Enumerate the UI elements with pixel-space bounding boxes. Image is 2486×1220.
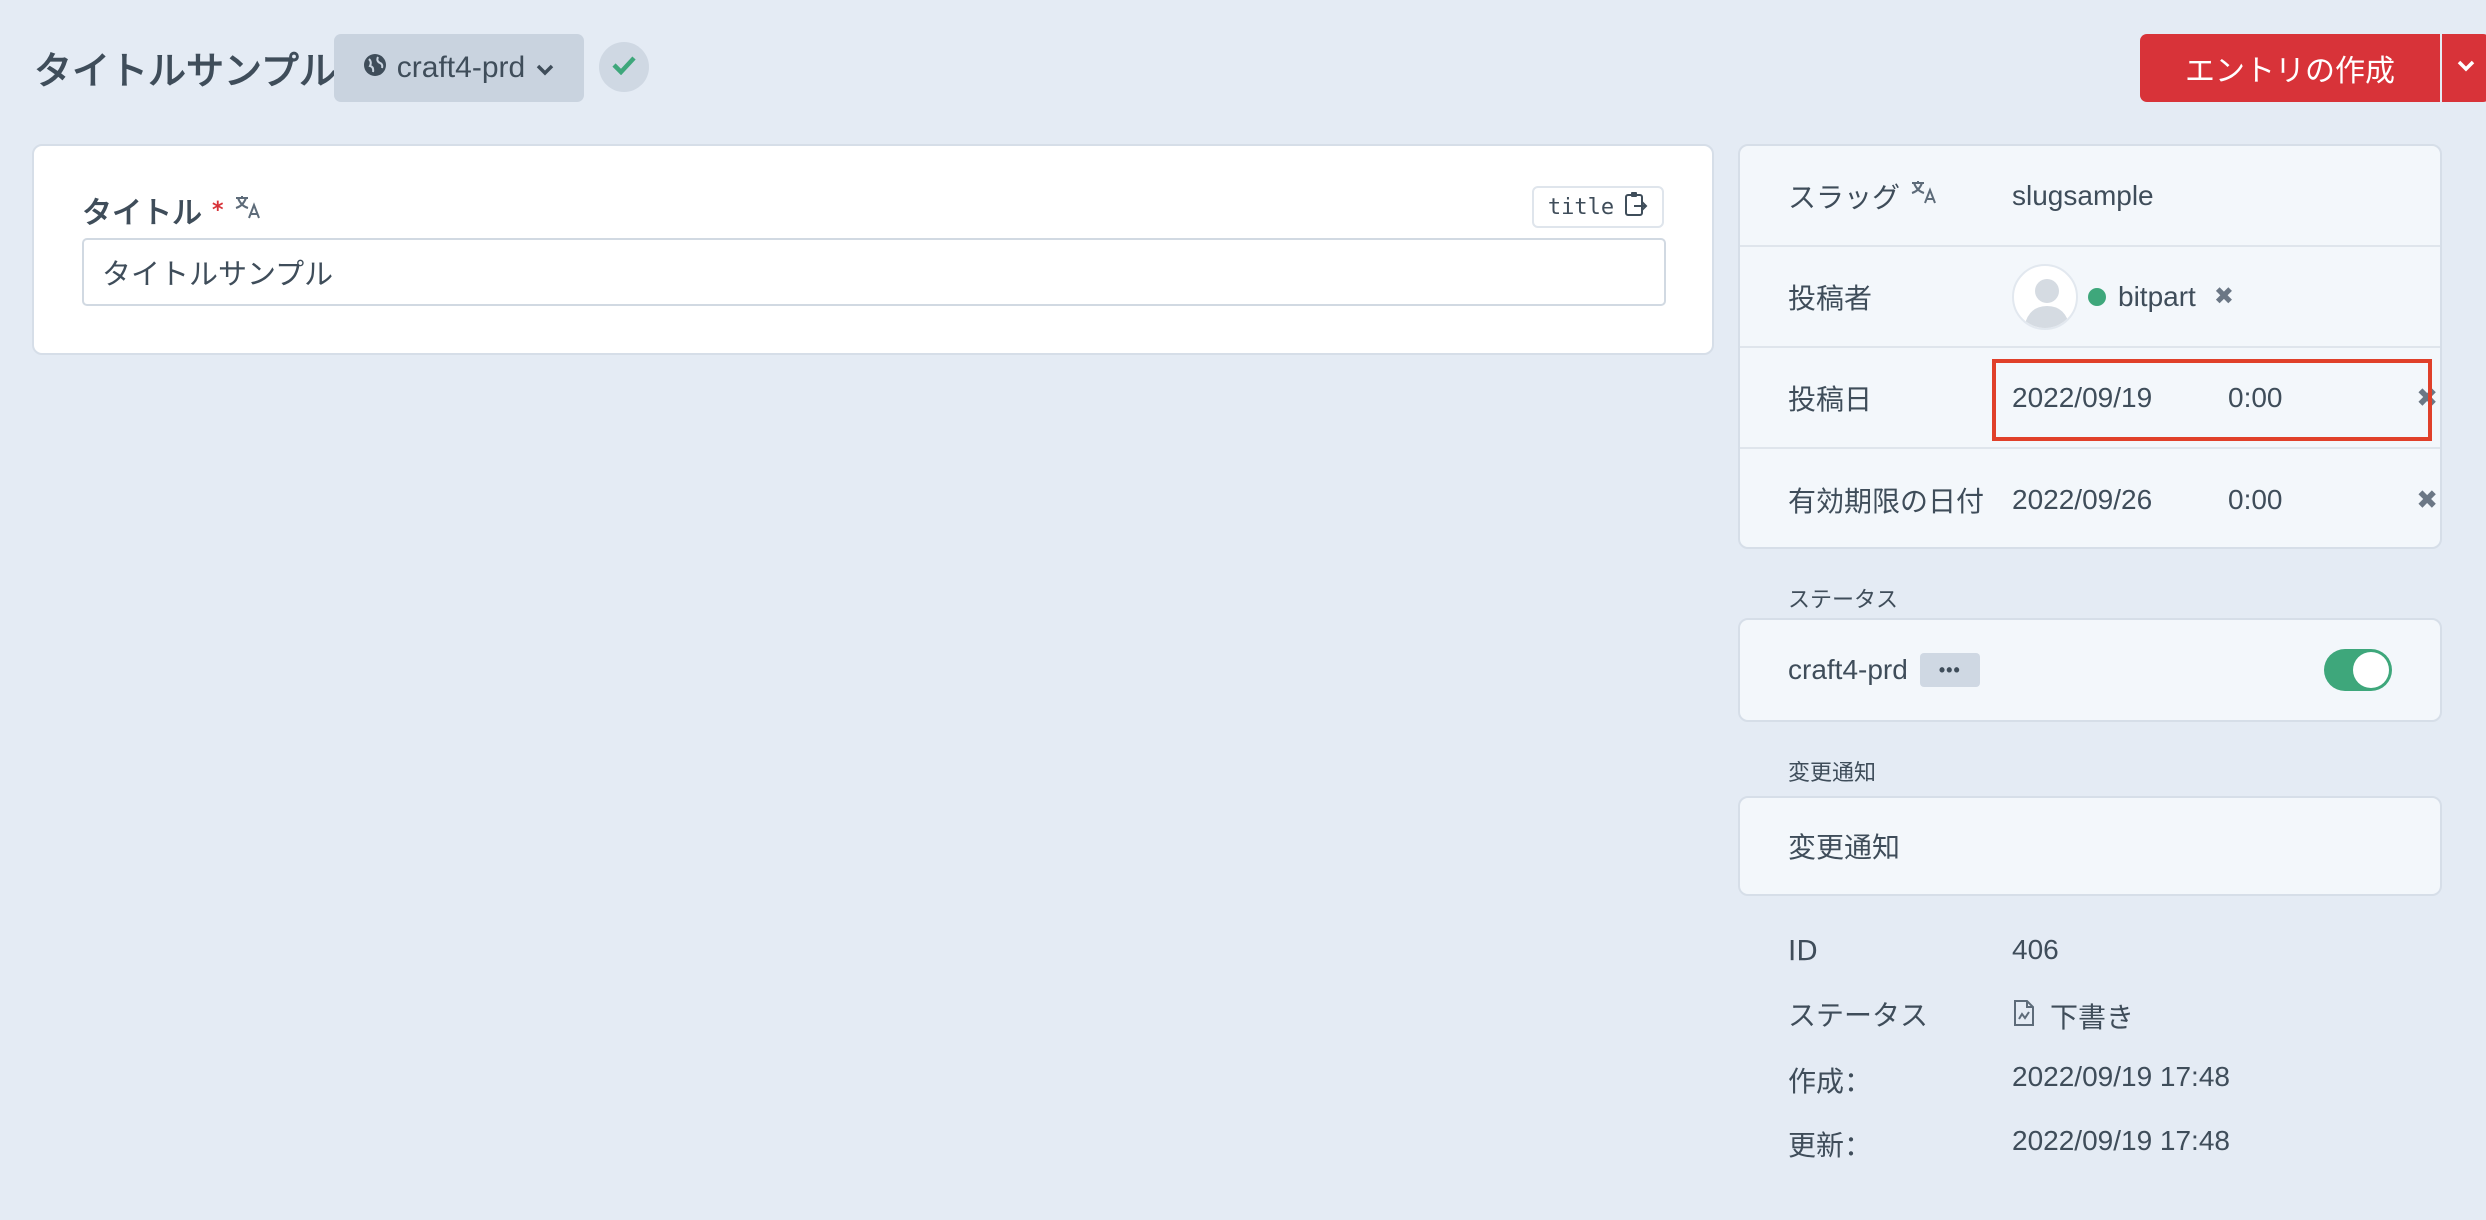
avatar: [2012, 263, 2078, 330]
updated-label: 更新：: [1788, 1129, 1873, 1162]
chevron-down-icon: [2456, 59, 2476, 78]
site-menu-button[interactable]: craft4-prd: [334, 34, 584, 102]
copy-icon: [1624, 191, 1648, 223]
content-card: タイトル * title タイトルサンプル: [32, 144, 1714, 355]
enabled-status-check[interactable]: [599, 42, 649, 92]
user-status-dot: [2088, 287, 2106, 306]
translate-icon: [1910, 179, 1938, 212]
author-name: bitpart: [2118, 280, 2196, 312]
slug-input[interactable]: slugsample: [2012, 180, 2154, 212]
field-handle: title: [1547, 194, 1615, 220]
site-name: craft4-prd: [1788, 654, 1908, 685]
id-label: ID: [1788, 934, 1818, 967]
expiry-date-input[interactable]: 2022/09/26: [2012, 484, 2152, 516]
slug-row: スラッグ slugsample: [1740, 146, 2440, 247]
status-value-text: 下書き: [2050, 1001, 2135, 1034]
toggle-knob: [2353, 652, 2389, 688]
author-label: 投稿者: [1788, 281, 1873, 315]
updated-value: 2022/09/19 17:48: [2012, 1125, 2230, 1156]
site-status-item: craft4-prd •••: [1788, 653, 1980, 687]
entry-meta-card: スラッグ slugsample 投稿者 bitpart ✖ 投稿日 2022/0…: [1738, 144, 2442, 549]
notify-card[interactable]: 変更通知: [1738, 796, 2442, 896]
site-menu-label: craft4-prd: [396, 51, 526, 84]
notify-text: 変更通知: [1788, 831, 1901, 864]
author-row: 投稿者 bitpart ✖: [1740, 247, 2440, 348]
close-icon[interactable]: ✖: [2214, 282, 2234, 311]
page-title: タイトルサンプル: [34, 49, 337, 93]
required-indicator: *: [212, 197, 224, 223]
slug-label: スラッグ: [1788, 176, 1938, 216]
check-icon: [612, 55, 636, 80]
created-label: 作成：: [1788, 1065, 1873, 1098]
status-value: 下書き: [2012, 996, 2134, 1036]
draft-icon: [2012, 999, 2036, 1034]
expiry-date-row: 有効期限の日付 2022/09/26 0:00 ✖: [1740, 449, 2440, 550]
post-date-highlight: [1992, 359, 2432, 441]
title-field-label: タイトル *: [82, 188, 262, 232]
title-input[interactable]: タイトルサンプル: [82, 238, 1666, 306]
notify-heading: 変更通知: [1788, 761, 1877, 786]
id-value: 406: [2012, 934, 2059, 965]
more-options-button[interactable]: •••: [1919, 653, 1980, 687]
site-enabled-toggle[interactable]: [2324, 649, 2392, 691]
expiry-date-label: 有効期限の日付: [1788, 484, 1985, 518]
translate-icon: [234, 193, 262, 228]
post-date-label: 投稿日: [1788, 382, 1873, 416]
created-value: 2022/09/19 17:48: [2012, 1061, 2230, 1092]
slug-label-text: スラッグ: [1788, 180, 1901, 214]
status-heading: ステータス: [1788, 588, 1899, 613]
globe-icon: [363, 51, 387, 85]
create-entry-menu-button[interactable]: [2442, 34, 2486, 102]
close-icon[interactable]: ✖: [2416, 484, 2438, 515]
site-status-card: craft4-prd •••: [1738, 618, 2442, 722]
author-chip[interactable]: bitpart ✖: [2012, 263, 2234, 330]
title-label-text: タイトル: [82, 196, 202, 231]
status-label: ステータス: [1788, 999, 1929, 1032]
chevron-down-icon: [535, 51, 555, 85]
expiry-time-input[interactable]: 0:00: [2228, 484, 2283, 516]
field-handle-copy[interactable]: title: [1532, 186, 1664, 228]
create-entry-button[interactable]: エントリの作成: [2140, 34, 2440, 102]
